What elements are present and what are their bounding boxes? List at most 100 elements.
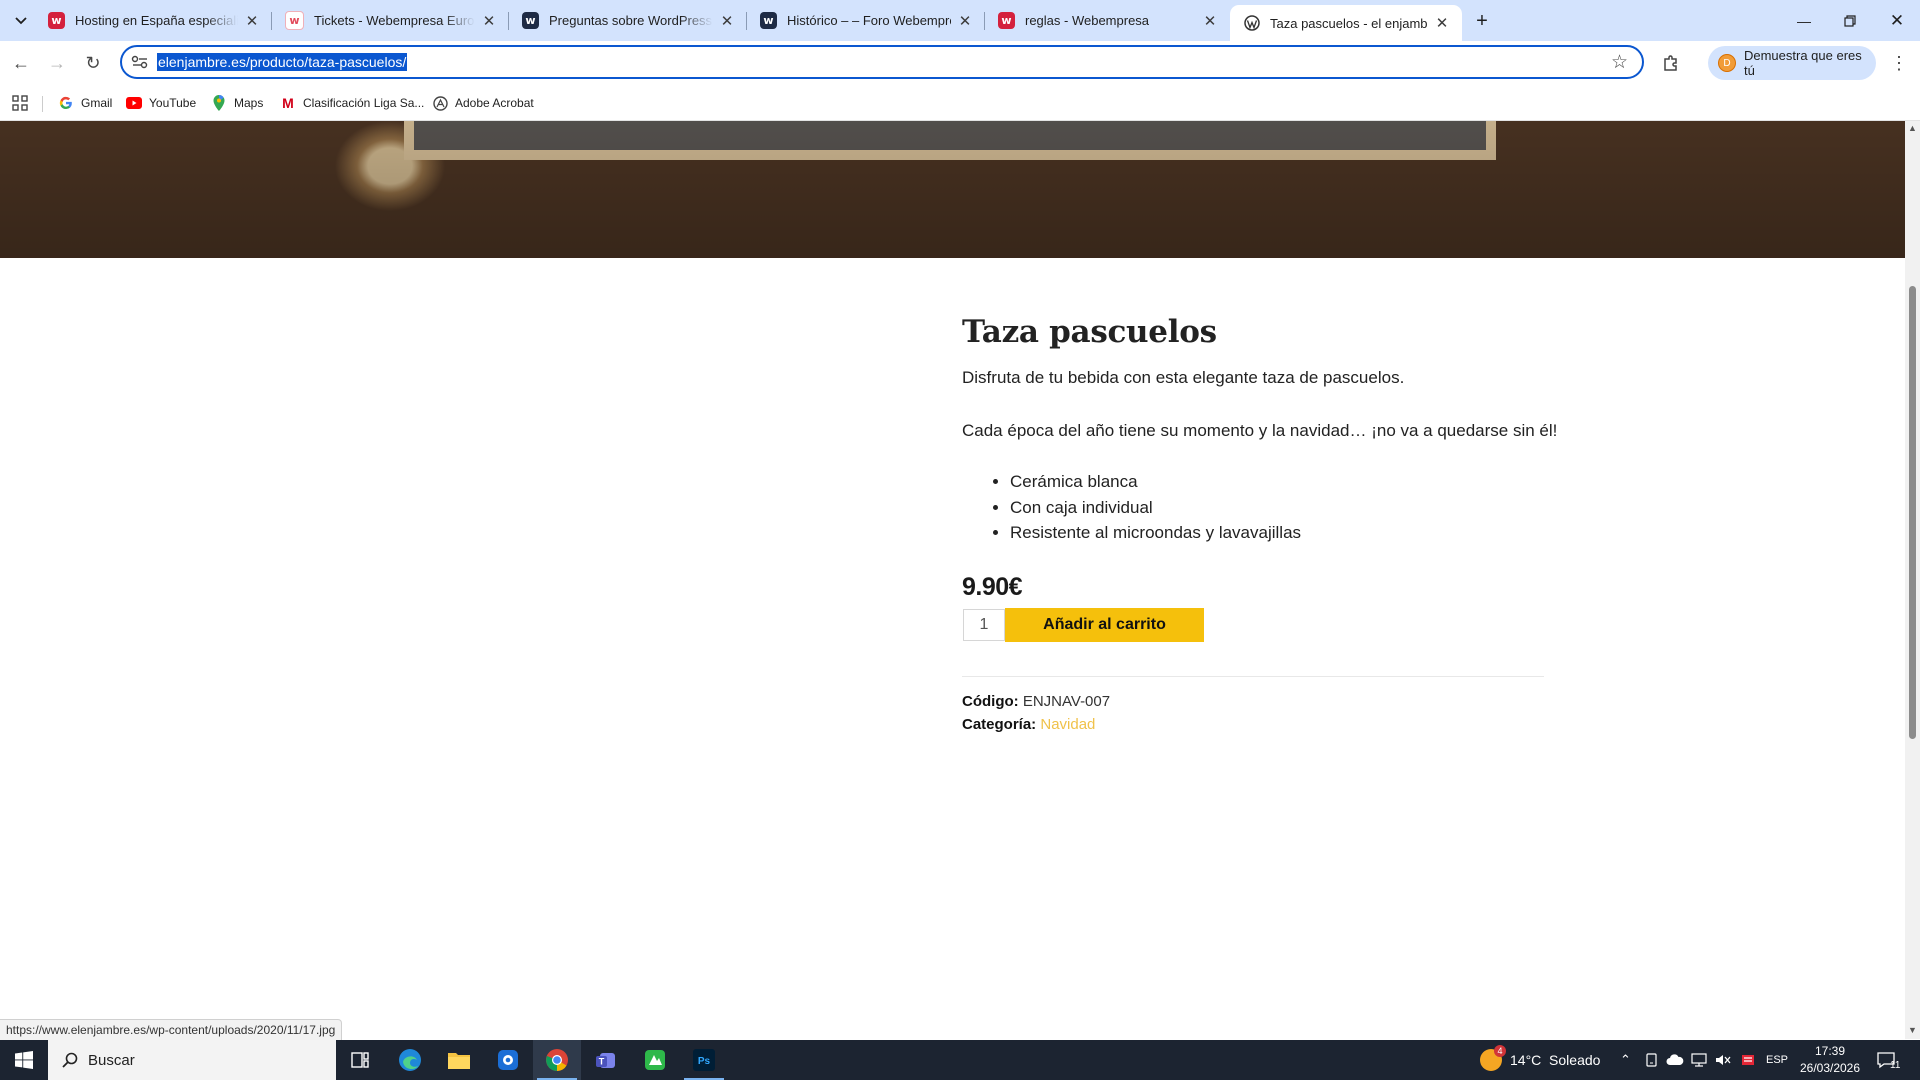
minimize-button[interactable]: — (1781, 0, 1827, 41)
taskbar-teams[interactable]: T (582, 1040, 630, 1080)
taskbar-app-blue[interactable] (484, 1040, 532, 1080)
tab-search-button[interactable] (8, 8, 34, 34)
tab-historico-foro[interactable]: w Histórico – – Foro Webempresa ✕ (747, 0, 985, 41)
tab-title: Hosting en España especializado (75, 13, 238, 28)
tab-hosting[interactable]: w Hosting en España especializado ✕ (35, 0, 272, 41)
minimize-icon: — (1797, 12, 1811, 29)
add-to-cart-button[interactable]: Añadir al carrito (1005, 608, 1204, 642)
weather-widget[interactable]: 4 14°C Soleado (1480, 1040, 1600, 1080)
taskbar-search[interactable]: Buscar (48, 1040, 336, 1080)
chevron-down-icon (15, 17, 27, 25)
tray-network[interactable] (1690, 1040, 1708, 1080)
new-tab-button[interactable]: + (1468, 8, 1496, 34)
link-status-bubble: https://www.elenjambre.es/wp-content/upl… (0, 1019, 343, 1041)
forward-button[interactable]: → (41, 47, 73, 79)
tab-strip: w Hosting en España especializado ✕ w Ti… (0, 0, 1920, 41)
profile-chip[interactable]: D Demuestra que eres tú (1708, 46, 1876, 80)
start-button[interactable] (0, 1040, 48, 1080)
bookmark-gmail[interactable]: Gmail (58, 94, 112, 112)
browser-toolbar: ← → ↻ elenjambre.es/producto/taza-pascue… (0, 41, 1920, 86)
category-link[interactable]: Navidad (1040, 716, 1095, 733)
cloud-icon (1666, 1054, 1684, 1065)
bookmark-clasificacion[interactable]: M Clasificación Liga Sa... (280, 94, 424, 112)
product-features-list: Cerámica blanca Con caja individual Resi… (962, 469, 1301, 546)
webempresa-dark-icon: w (760, 12, 777, 29)
device-icon (1646, 1053, 1657, 1067)
search-placeholder: Buscar (88, 1051, 135, 1069)
tray-volume[interactable] (1715, 1040, 1731, 1080)
bookmark-adobe-acrobat[interactable]: Adobe Acrobat (432, 94, 534, 112)
list-item: Cerámica blanca (1010, 469, 1301, 495)
scroll-up-icon[interactable]: ▲ (1908, 123, 1917, 133)
product-description-2: Cada época del año tiene su momento y la… (962, 421, 1558, 440)
tab-reglas[interactable]: w reglas - Webempresa ✕ (985, 0, 1230, 41)
close-icon[interactable]: ✕ (481, 13, 497, 30)
webempresa-dark-icon: w (522, 12, 539, 29)
product-description: Disfruta de tu bebida con esta elegante … (962, 368, 1405, 387)
browser-menu-button[interactable]: ⋮ (1888, 49, 1910, 77)
bookmark-maps[interactable]: Maps (211, 94, 263, 112)
apps-button[interactable] (12, 94, 28, 112)
show-hidden-icons-button[interactable]: ⌃ (1620, 1040, 1631, 1080)
webempresa-logo-icon: w (48, 12, 65, 29)
svg-text:Ps: Ps (698, 1056, 711, 1067)
url-text[interactable]: elenjambre.es/producto/taza-pascuelos/ (157, 53, 408, 71)
tab-title: Preguntas sobre WordPress – – (549, 13, 713, 28)
site-settings-icon (131, 55, 148, 69)
page-scrollbar[interactable]: ▲ ▼ (1905, 121, 1920, 1039)
bookmark-label: YouTube (149, 96, 197, 110)
tab-title: Histórico – – Foro Webempresa (787, 13, 951, 28)
bookmark-star-icon[interactable]: ☆ (1611, 51, 1628, 74)
reload-button[interactable]: ↻ (77, 47, 109, 79)
photoshop-icon: Ps (693, 1049, 715, 1071)
product-category: Categoría: Navidad (962, 716, 1095, 733)
restore-button[interactable] (1827, 0, 1873, 41)
extensions-button[interactable] (1657, 49, 1685, 77)
tray-onedrive[interactable] (1666, 1040, 1684, 1080)
taskbar-photoshop[interactable]: Ps (680, 1040, 728, 1080)
app-icon (498, 1050, 518, 1070)
search-icon (62, 1052, 78, 1068)
notification-center-button[interactable]: 11 (1876, 1040, 1900, 1080)
taskbar-chrome[interactable] (533, 1040, 581, 1080)
notification-count: 11 (1890, 1059, 1901, 1071)
taskbar-edge[interactable] (386, 1040, 434, 1080)
address-bar[interactable]: elenjambre.es/producto/taza-pascuelos/ ☆ (120, 45, 1644, 79)
windows-logo-icon (15, 1051, 33, 1069)
tab-taza-pascuelos[interactable]: Taza pascuelos - el enjambre ✕ (1230, 5, 1462, 41)
close-icon: ✕ (1889, 10, 1905, 30)
bookmark-youtube[interactable]: YouTube (126, 94, 196, 112)
taskbar-app-green[interactable] (631, 1040, 679, 1080)
close-icon[interactable]: ✕ (1202, 13, 1218, 30)
taskbar-clock[interactable]: 17:39 26/03/2026 (1796, 1043, 1864, 1077)
bookmark-divider (42, 96, 43, 112)
bookmark-label: Adobe Acrobat (455, 96, 534, 110)
web-page: Taza pascuelos Disfruta de tu bebida con… (0, 121, 1905, 1039)
close-icon[interactable]: ✕ (719, 13, 735, 30)
tray-meet-now[interactable] (1644, 1040, 1660, 1080)
maps-icon (211, 95, 227, 111)
tray-app-red[interactable] (1740, 1040, 1756, 1080)
close-icon[interactable]: ✕ (1434, 15, 1450, 32)
close-icon[interactable]: ✕ (244, 13, 260, 30)
tab-preguntas-wordpress[interactable]: w Preguntas sobre WordPress – – ✕ (509, 0, 747, 41)
close-icon[interactable]: ✕ (957, 13, 973, 30)
tab-title: Tickets - Webempresa Europa S.L. (314, 13, 475, 28)
task-view-button[interactable] (336, 1040, 384, 1080)
tab-tickets[interactable]: w Tickets - Webempresa Europa S.L. ✕ (272, 0, 509, 41)
google-icon (58, 95, 74, 111)
bookmark-label: Gmail (81, 96, 113, 110)
close-window-button[interactable]: ✕ (1874, 0, 1920, 41)
chrome-icon (546, 1049, 568, 1071)
scroll-down-icon[interactable]: ▼ (1908, 1025, 1917, 1035)
webempresa-logo-icon: w (998, 12, 1015, 29)
back-button[interactable]: ← (5, 47, 37, 79)
quantity-input[interactable]: 1 (963, 609, 1005, 641)
taskbar-file-explorer[interactable] (435, 1040, 483, 1080)
edge-icon (399, 1049, 421, 1071)
language-indicator[interactable]: ESP (1766, 1040, 1788, 1080)
webempresa-logo-icon: w (285, 11, 304, 30)
scrollbar-thumb[interactable] (1909, 286, 1916, 739)
network-icon (1691, 1053, 1707, 1067)
puzzle-icon (1664, 55, 1677, 71)
